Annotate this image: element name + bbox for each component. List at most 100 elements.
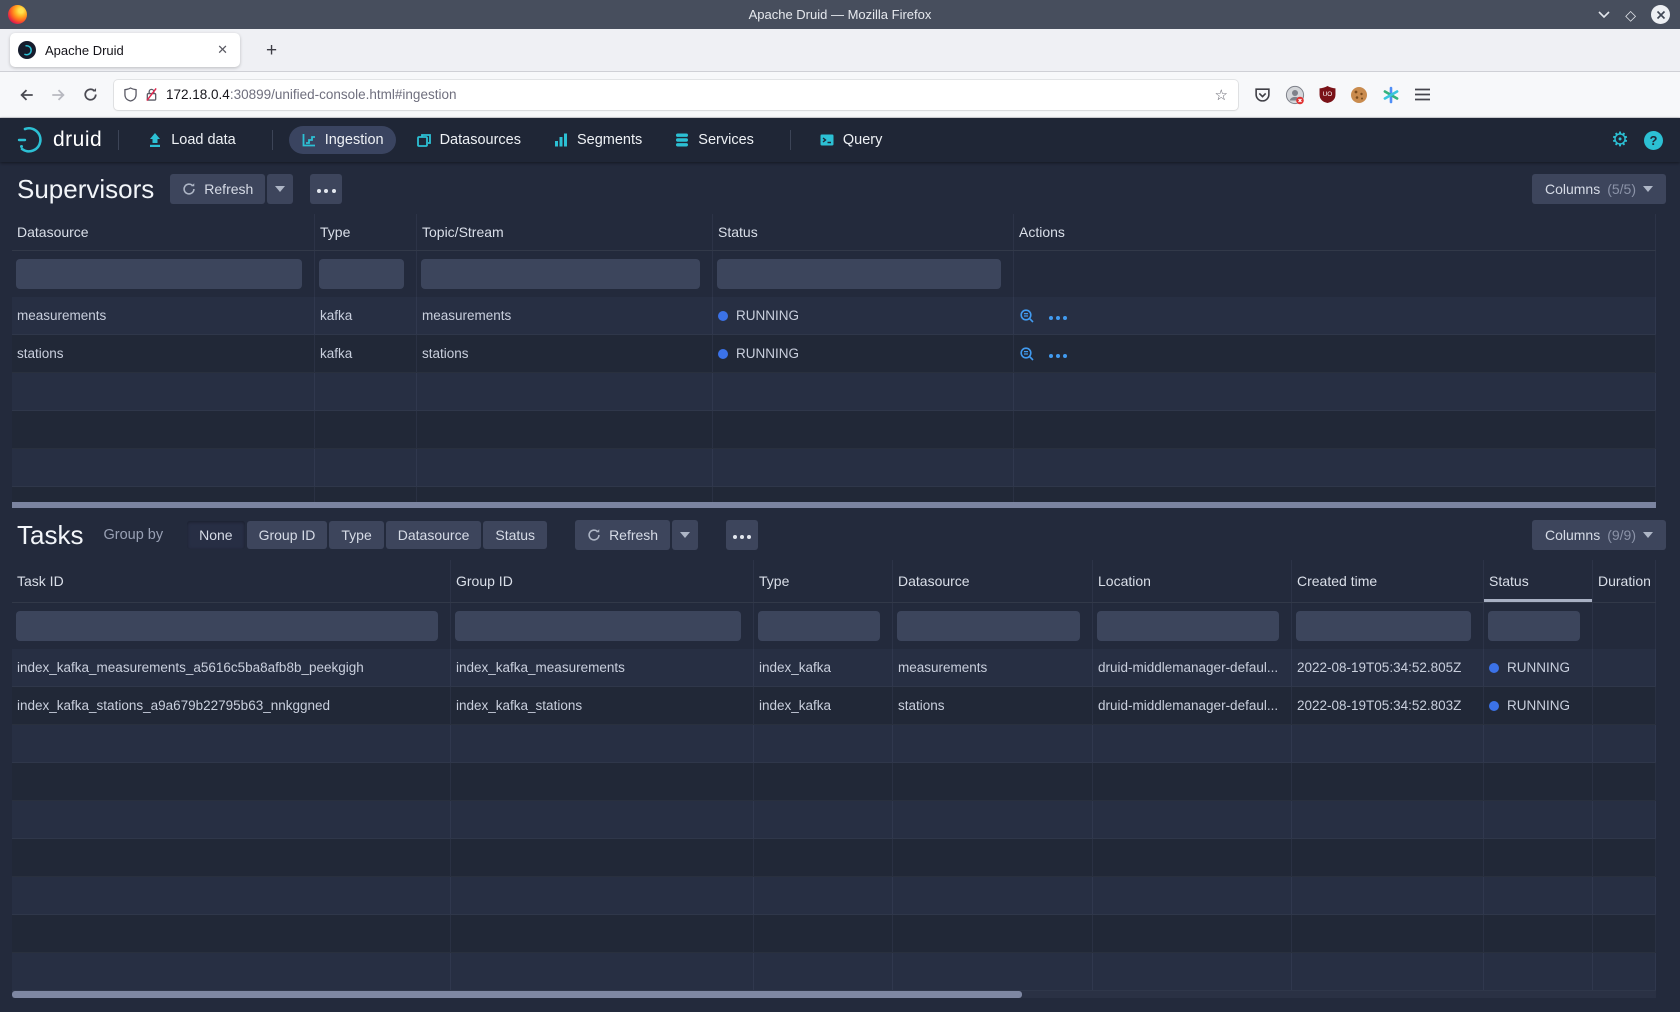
cell-type: index_kafka [754, 649, 893, 686]
filter-topic-input[interactable] [421, 259, 700, 289]
nav-services[interactable]: Services [662, 126, 766, 154]
help-icon[interactable]: ? [1644, 131, 1663, 150]
nav-ingestion[interactable]: Ingestion [289, 126, 396, 154]
segments-icon [553, 132, 569, 148]
more-dots-icon [316, 180, 338, 198]
supervisors-columns-button[interactable]: Columns (5/5) [1532, 174, 1666, 204]
bookmark-star-icon[interactable]: ☆ [1215, 86, 1228, 104]
nav-query[interactable]: Query [807, 126, 895, 154]
header-created-time[interactable]: Created time [1292, 560, 1484, 602]
back-icon[interactable] [10, 80, 42, 110]
columns-count: (5/5) [1607, 181, 1636, 197]
close-icon[interactable] [1651, 5, 1670, 24]
scrollbar-thumb[interactable] [12, 991, 1022, 998]
row-more-icon[interactable] [1047, 346, 1069, 361]
window-title: Apache Druid — Mozilla Firefox [0, 7, 1680, 22]
supervisors-refresh-label: Refresh [204, 181, 253, 197]
filter-group-id-input[interactable] [455, 611, 741, 641]
header-type[interactable]: Type [754, 560, 893, 602]
extension-profile-icon[interactable] [1285, 85, 1305, 105]
header-datasource[interactable]: Datasource [12, 214, 315, 250]
empty-row [12, 487, 1656, 502]
forward-icon[interactable] [42, 80, 74, 110]
header-actions[interactable]: Actions [1014, 214, 1656, 250]
ublock-icon[interactable]: UO [1319, 86, 1336, 103]
nav-load-data[interactable]: Load data [135, 126, 248, 154]
firefox-window: Apache Druid — Mozilla Firefox ◇ Apache … [0, 0, 1680, 1012]
group-by-group-id-button[interactable]: Group ID [247, 521, 328, 549]
nav-query-label: Query [843, 132, 883, 148]
header-task-id[interactable]: Task ID [12, 560, 451, 602]
tasks-refresh-button[interactable]: Refresh [575, 520, 670, 550]
pocket-icon[interactable] [1254, 86, 1271, 103]
shield-icon[interactable] [124, 87, 137, 102]
supervisors-more-button[interactable] [310, 174, 342, 204]
reload-icon[interactable] [74, 80, 106, 110]
tasks-table: Task ID Group ID Type Datasource Locatio… [12, 560, 1656, 991]
header-status-label: Status [1489, 573, 1529, 589]
nav-segments[interactable]: Segments [541, 126, 654, 154]
header-group-id[interactable]: Group ID [451, 560, 754, 602]
magnifier-detail-icon[interactable] [1019, 308, 1035, 324]
header-location[interactable]: Location [1093, 560, 1292, 602]
section-splitter-handle[interactable] [12, 502, 1656, 508]
columns-count: (9/9) [1607, 527, 1636, 543]
cell-status: RUNNING [713, 297, 1014, 334]
header-duration[interactable]: Duration [1593, 560, 1656, 602]
cookie-icon[interactable] [1350, 86, 1368, 104]
filter-task-id-input[interactable] [16, 611, 438, 641]
menu-hamburger-icon[interactable] [1414, 88, 1431, 101]
druid-logo[interactable]: druid [16, 125, 102, 155]
header-topic-stream[interactable]: Topic/Stream [417, 214, 713, 250]
druid-favicon-icon [18, 41, 36, 59]
header-status[interactable]: Status [713, 214, 1014, 250]
url-bar[interactable]: 172.18.0.4:30899/unified-console.html#in… [114, 80, 1238, 110]
status-label: RUNNING [1507, 698, 1570, 713]
tab-close-icon[interactable]: ✕ [213, 40, 232, 60]
filter-type-input[interactable] [319, 259, 404, 289]
supervisor-row[interactable]: measurements kafka measurements RUNNING [12, 297, 1656, 335]
filter-location-input[interactable] [1097, 611, 1279, 641]
insecure-lock-icon[interactable] [145, 87, 158, 102]
filter-created-time-input[interactable] [1296, 611, 1471, 641]
cell-type: kafka [315, 297, 417, 334]
filter-status-input[interactable] [717, 259, 1001, 289]
header-status-sorted[interactable]: Status [1484, 560, 1593, 602]
minimize-icon[interactable] [1598, 11, 1610, 19]
cell-duration [1593, 687, 1656, 724]
caret-down-icon [1643, 186, 1653, 192]
cell-type: kafka [315, 335, 417, 372]
group-by-type-button[interactable]: Type [329, 521, 383, 549]
tab-apache-druid[interactable]: Apache Druid ✕ [10, 33, 240, 67]
group-by-datasource-button[interactable]: Datasource [386, 521, 482, 549]
task-row[interactable]: index_kafka_measurements_a5616c5ba8afb8b… [12, 649, 1656, 687]
supervisor-row[interactable]: stations kafka stations RUNNING [12, 335, 1656, 373]
settings-gear-icon[interactable]: ⚙ [1611, 130, 1629, 150]
tasks-columns-button[interactable]: Columns (9/9) [1532, 520, 1666, 550]
row-more-icon[interactable] [1047, 308, 1069, 323]
filter-type-input[interactable] [758, 611, 880, 641]
task-row[interactable]: index_kafka_stations_a9a679b22795b63_nnk… [12, 687, 1656, 725]
new-tab-button[interactable]: + [258, 39, 285, 62]
group-by-status-button[interactable]: Status [483, 521, 547, 549]
group-by-none-button[interactable]: None [187, 521, 244, 549]
header-type[interactable]: Type [315, 214, 417, 250]
empty-row [12, 373, 1656, 411]
header-datasource[interactable]: Datasource [893, 560, 1093, 602]
nav-datasources[interactable]: Datasources [404, 126, 533, 154]
tasks-refresh-caret-icon[interactable] [672, 520, 698, 550]
filter-datasource-input[interactable] [16, 259, 302, 289]
supervisors-refresh-button[interactable]: Refresh [170, 174, 265, 204]
group-by-label: Group by [103, 527, 163, 543]
supervisors-refresh-caret-icon[interactable] [267, 174, 293, 204]
filter-status-input[interactable] [1488, 611, 1580, 641]
filter-datasource-input[interactable] [897, 611, 1080, 641]
tasks-more-button[interactable] [726, 520, 758, 550]
tasks-title: Tasks [17, 520, 83, 551]
url-text[interactable]: 172.18.0.4:30899/unified-console.html#in… [166, 87, 1209, 102]
extension-asterisk-icon[interactable] [1382, 86, 1400, 104]
cell-duration [1593, 649, 1656, 686]
refresh-icon [587, 528, 601, 542]
magnifier-detail-icon[interactable] [1019, 346, 1035, 362]
maximize-icon[interactable]: ◇ [1625, 8, 1636, 22]
